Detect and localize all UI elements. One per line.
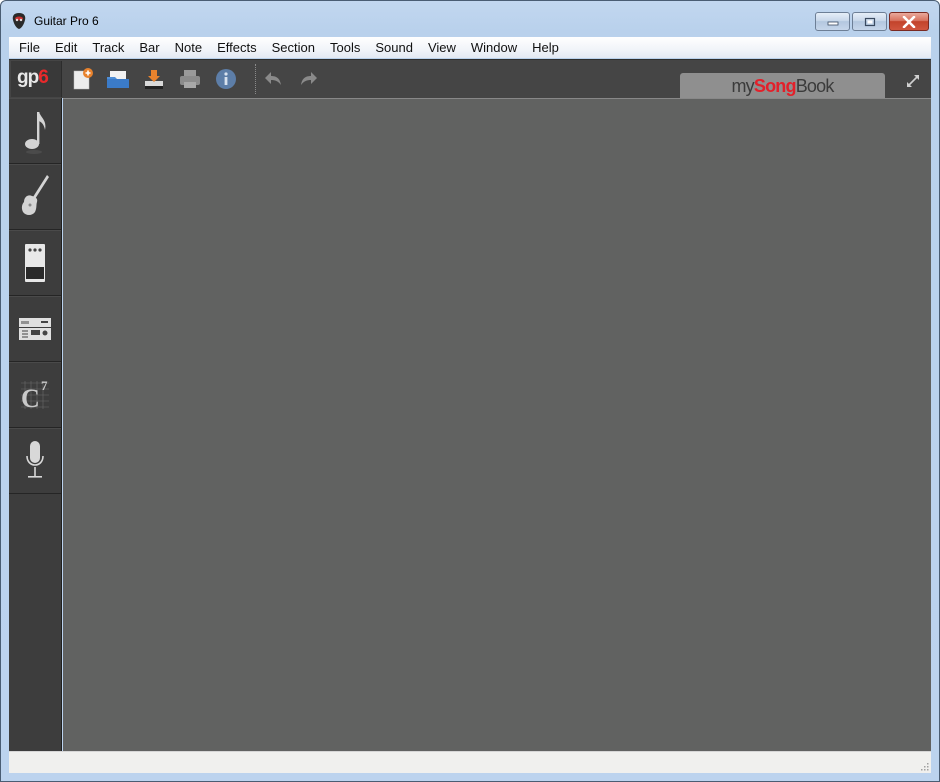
sidebar-item-score[interactable] xyxy=(9,98,61,164)
left-panel-sidebar: C 7 xyxy=(9,98,62,751)
window-title: Guitar Pro 6 xyxy=(34,14,99,28)
guitar-pro-app-icon xyxy=(12,13,26,29)
redo-button[interactable] xyxy=(297,67,321,91)
redo-arrow-icon xyxy=(301,72,317,85)
expand-button[interactable] xyxy=(905,73,921,89)
logo-prefix: gp xyxy=(17,67,39,88)
menu-effects[interactable]: Effects xyxy=(211,37,266,58)
open-file-button[interactable] xyxy=(106,67,130,91)
status-bar xyxy=(9,751,931,773)
menu-sound[interactable]: Sound xyxy=(369,37,422,58)
close-button[interactable] xyxy=(889,12,929,31)
gp6-logo[interactable]: gp6 xyxy=(11,61,62,97)
expand-arrows-icon xyxy=(907,75,919,87)
songbook-book: Book xyxy=(795,76,835,96)
logo-version: 6 xyxy=(38,67,49,88)
menu-help[interactable]: Help xyxy=(526,37,568,58)
menu-note[interactable]: Note xyxy=(169,37,211,58)
menu-file[interactable]: File xyxy=(13,37,49,58)
sidebar-item-chords[interactable]: C 7 xyxy=(9,362,61,428)
chord-diagram-icon: C 7 xyxy=(21,378,49,413)
save-file-button[interactable] xyxy=(142,67,166,91)
new-file-button[interactable] xyxy=(71,67,95,91)
print-button[interactable] xyxy=(178,67,202,91)
rack-device-icon xyxy=(19,318,51,340)
resize-grip-icon[interactable] xyxy=(919,761,929,771)
sidebar-item-microphone[interactable] xyxy=(9,428,61,494)
songbook-my: my xyxy=(731,76,754,96)
menu-bar-item[interactable]: Bar xyxy=(133,37,168,58)
sidebar-item-stompbox[interactable] xyxy=(9,230,61,296)
close-icon xyxy=(902,15,916,28)
sidebar-item-instrument[interactable] xyxy=(9,164,61,230)
menu-view[interactable]: View xyxy=(422,37,465,58)
undo-arrow-icon xyxy=(265,72,281,85)
main-toolbar: gp6 mySongBook xyxy=(9,59,931,99)
toolbar-separator xyxy=(255,64,256,94)
menu-track[interactable]: Track xyxy=(86,37,133,58)
menu-tools[interactable]: Tools xyxy=(324,37,369,58)
minimize-icon xyxy=(827,21,838,25)
menu-section[interactable]: Section xyxy=(266,37,324,58)
new-document-icon xyxy=(73,68,93,90)
music-note-icon xyxy=(25,112,46,154)
maximize-icon xyxy=(864,17,875,26)
songbook-song: Song xyxy=(753,76,797,96)
info-icon xyxy=(216,69,236,89)
menu-edit[interactable]: Edit xyxy=(49,37,86,58)
chord-superscript-label: 7 xyxy=(41,378,48,393)
app-window: Guitar Pro 6 File Edit Track Bar Note Ef… xyxy=(0,0,940,782)
guitar-icon xyxy=(21,175,49,215)
stompbox-pedal-icon xyxy=(25,244,45,282)
microphone-icon xyxy=(26,441,44,478)
undo-button[interactable] xyxy=(261,67,285,91)
menu-window[interactable]: Window xyxy=(465,37,526,58)
chord-root-label: C xyxy=(21,384,40,413)
title-bar[interactable]: Guitar Pro 6 xyxy=(1,1,939,37)
maximize-button[interactable] xyxy=(852,12,887,31)
folder-icon xyxy=(107,71,129,88)
download-tray-icon xyxy=(145,70,163,89)
mysongbook-tab[interactable]: mySongBook xyxy=(680,73,885,99)
info-button[interactable] xyxy=(214,67,238,91)
minimize-button[interactable] xyxy=(815,12,850,31)
workspace-canvas[interactable] xyxy=(63,98,931,751)
sidebar-item-rack[interactable] xyxy=(9,296,61,362)
printer-icon xyxy=(180,70,200,88)
window-controls xyxy=(815,12,929,31)
menu-bar: File Edit Track Bar Note Effects Section… xyxy=(9,37,931,58)
